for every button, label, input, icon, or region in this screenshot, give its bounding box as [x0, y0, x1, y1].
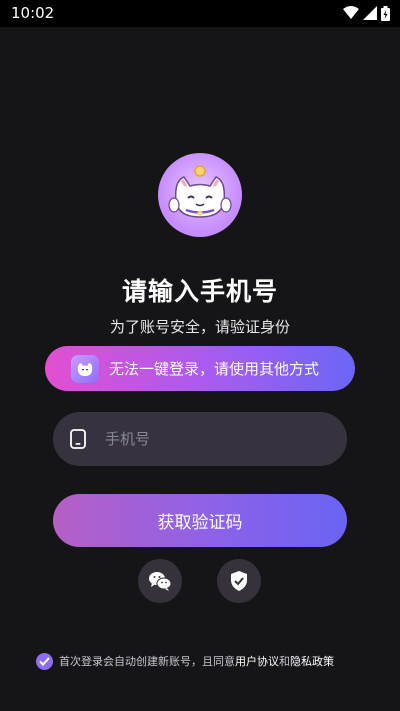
phone-field[interactable]: [53, 412, 347, 466]
agreement-row: 首次登录会自动创建新账号，且同意 用户协议和隐私政策: [36, 651, 376, 671]
cat-avatar: [158, 153, 242, 237]
wifi-icon: [343, 6, 359, 19]
cat-mini-icon: [71, 354, 99, 383]
status-bar: 10:02: [0, 0, 400, 27]
login-notice-text: 无法一键登录，请使用其他方式: [109, 360, 320, 378]
user-agreement-link[interactable]: 用户协议: [235, 653, 279, 669]
battery-icon: [381, 5, 390, 21]
privacy-policy-link[interactable]: 隐私政策: [290, 653, 334, 669]
agreement-prefix: 首次登录会自动创建新账号，且同意: [59, 655, 235, 668]
login-notice-banner: 无法一键登录，请使用其他方式: [45, 346, 355, 391]
wechat-icon: [149, 572, 172, 591]
page-subtitle: 为了账号安全，请验证身份: [109, 318, 290, 336]
shield-icon: [231, 571, 247, 591]
cat-avatar-icon: [168, 165, 232, 218]
phone-icon: [70, 429, 86, 449]
agreement-and: 和: [279, 655, 290, 668]
get-code-button[interactable]: 获取验证码: [53, 494, 347, 547]
phone-input[interactable]: [103, 429, 307, 449]
status-time: 10:02: [11, 4, 55, 22]
status-icons: [343, 5, 390, 21]
wechat-login-button[interactable]: [138, 559, 182, 603]
secure-login-button[interactable]: [217, 559, 261, 603]
signal-icon: [363, 6, 377, 20]
agree-checkbox[interactable]: [36, 652, 53, 670]
page-title: 请输入手机号: [121, 277, 278, 306]
check-icon: [39, 656, 50, 666]
